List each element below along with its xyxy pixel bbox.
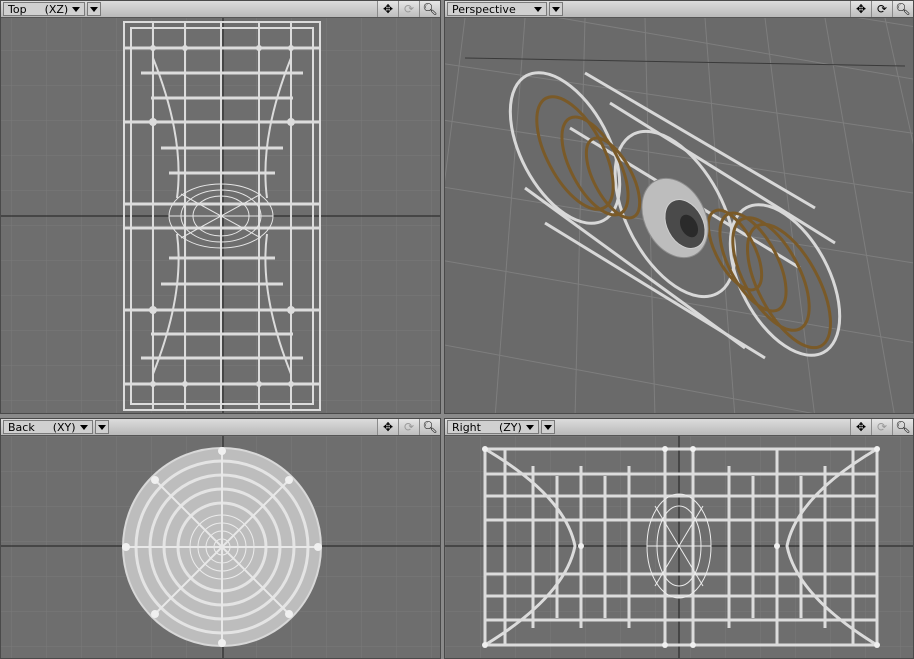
view-type-label: Right bbox=[452, 420, 481, 434]
render-mode-dropdown-perspective[interactable] bbox=[548, 2, 563, 16]
view-type-label: Back bbox=[8, 420, 35, 434]
rotate-icon[interactable]: ⟳ bbox=[871, 419, 892, 435]
right-view-wireframe bbox=[445, 436, 913, 658]
view-axis-label: (ZY) bbox=[498, 420, 522, 434]
view-axis-label: (XY) bbox=[52, 420, 76, 434]
top-view-wireframe bbox=[1, 18, 440, 413]
rotate-icon[interactable]: ⟳ bbox=[398, 419, 419, 435]
viewport-canvas-top[interactable] bbox=[1, 18, 440, 413]
view-axis-label: (XZ) bbox=[44, 2, 69, 16]
viewport-canvas-right[interactable] bbox=[445, 436, 913, 658]
chevron-down-icon bbox=[533, 6, 542, 12]
rotate-icon[interactable]: ⟳ bbox=[871, 1, 892, 17]
viewport-back[interactable]: Back (XY) ✥ ⟳ 🔍︎ bbox=[0, 418, 441, 659]
chevron-down-icon bbox=[90, 6, 99, 12]
viewport-top[interactable]: Top (XZ) ✥ ⟳ 🔍︎ bbox=[0, 0, 441, 414]
view-type-dropdown-perspective[interactable]: Perspective bbox=[447, 2, 547, 16]
four-way-arrow-icon[interactable]: ✥ bbox=[850, 419, 871, 435]
chevron-down-icon bbox=[97, 424, 106, 430]
view-type-dropdown-top[interactable]: Top (XZ) bbox=[3, 2, 86, 16]
view-type-label: Top bbox=[8, 2, 27, 16]
viewport-perspective[interactable]: Perspective ✥ ⟳ 🔍︎ bbox=[444, 0, 914, 414]
viewport-header-perspective: Perspective ✥ ⟳ 🔍︎ bbox=[445, 1, 913, 18]
magnifier-icon[interactable]: 🔍︎ bbox=[892, 1, 913, 17]
view-type-dropdown-right[interactable]: Right (ZY) bbox=[447, 420, 539, 434]
chevron-down-icon bbox=[543, 424, 552, 430]
viewport-header-back: Back (XY) ✥ ⟳ 🔍︎ bbox=[1, 419, 440, 436]
back-view-wireframe bbox=[1, 436, 440, 658]
perspective-view-render bbox=[445, 18, 913, 413]
render-mode-dropdown-back[interactable] bbox=[94, 420, 109, 434]
four-way-arrow-icon[interactable]: ✥ bbox=[377, 419, 398, 435]
magnifier-icon[interactable]: 🔍︎ bbox=[419, 1, 440, 17]
render-mode-dropdown-right[interactable] bbox=[540, 420, 555, 434]
viewport-canvas-perspective[interactable] bbox=[445, 18, 913, 413]
magnifier-icon[interactable]: 🔍︎ bbox=[892, 419, 913, 435]
render-mode-dropdown-top[interactable] bbox=[87, 2, 102, 16]
view-type-dropdown-back[interactable]: Back (XY) bbox=[3, 420, 93, 434]
viewport-right[interactable]: Right (ZY) ✥ ⟳ 🔍︎ bbox=[444, 418, 914, 659]
view-type-label: Perspective bbox=[452, 2, 516, 16]
viewport-header-right: Right (ZY) ✥ ⟳ 🔍︎ bbox=[445, 419, 913, 436]
four-way-arrow-icon[interactable]: ✥ bbox=[377, 1, 398, 17]
chevron-down-icon bbox=[79, 424, 88, 430]
rotate-icon[interactable]: ⟳ bbox=[398, 1, 419, 17]
four-way-arrow-icon[interactable]: ✥ bbox=[850, 1, 871, 17]
viewport-header-top: Top (XZ) ✥ ⟳ 🔍︎ bbox=[1, 1, 440, 18]
center-hub bbox=[168, 183, 274, 249]
chevron-down-icon bbox=[551, 6, 560, 12]
magnifier-icon[interactable]: 🔍︎ bbox=[419, 419, 440, 435]
chevron-down-icon bbox=[72, 6, 81, 12]
chevron-down-icon bbox=[525, 424, 534, 430]
viewport-canvas-back[interactable] bbox=[1, 436, 440, 658]
